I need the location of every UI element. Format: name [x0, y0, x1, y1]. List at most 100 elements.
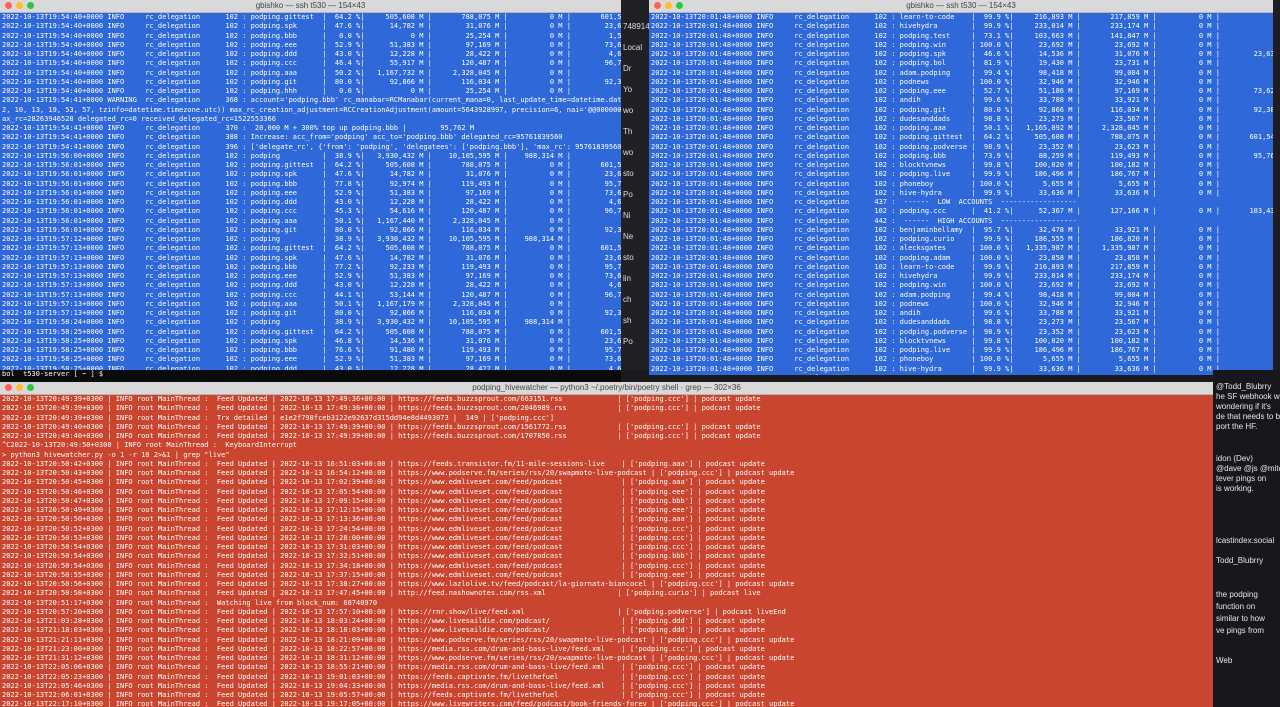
- terminal-line: 2022-10-13T22:06:01+0300 | INFO root Mai…: [2, 691, 765, 699]
- terminal-line: 2022-10-13T21:31:12+0300 | INFO root Mai…: [2, 654, 795, 662]
- bottom-terminal-window[interactable]: podping_hivewatcher — python3 ~/.poetry/…: [0, 382, 1213, 707]
- terminal-line: 2022-10-13T19:56:01+0000 INFO rc_delegat…: [2, 198, 621, 206]
- left-terminal-prompt[interactable]: bol t530-server [ ~ ] $: [0, 370, 621, 382]
- chat-message-fragment: tever pings on: [1216, 474, 1267, 483]
- terminal-line: 2022-10-13T19:56:01+0000 INFO rc_delegat…: [2, 179, 621, 188]
- terminal-line: 2022-10-13T20:01:48+0000 INFO rc_delegat…: [651, 179, 1273, 188]
- background-text-fragment: sto: [623, 253, 634, 262]
- background-edge: [1273, 0, 1280, 370]
- maximize-icon[interactable]: [27, 2, 34, 9]
- left-terminal-window[interactable]: gbishko — ssh t530 — 154×43 2022-10-13T1…: [0, 0, 621, 382]
- bottom-terminal-title: podping_hivewatcher — python3 ~/.poetry/…: [472, 383, 741, 392]
- terminal-line: 2022-10-13T22:05:06+0300 | INFO root Mai…: [2, 663, 765, 672]
- terminal-line: 2022-10-13T20:01:48+0000 INFO rc_delegat…: [651, 318, 1273, 327]
- terminal-line: 2022-10-13T19:54:40+0000 INFO rc_delegat…: [2, 50, 621, 58]
- terminal-line: 2022-10-13T20:50:54+0300 | INFO root Mai…: [2, 543, 765, 551]
- terminal-line: 2022-10-13T20:01:48+0000 INFO rc_delegat…: [651, 50, 1273, 58]
- terminal-line: 2022-10-13T19:54:40+0000 INFO rc_delegat…: [2, 13, 621, 21]
- maximize-icon[interactable]: [676, 2, 683, 9]
- terminal-line: 2022-10-13T20:50:46+0300 | INFO root Mai…: [2, 487, 765, 496]
- background-text-fragment: ch: [623, 295, 632, 304]
- terminal-line: 2022-10-13T19:56:01+0000 INFO rc_delegat…: [2, 225, 621, 234]
- minimize-icon[interactable]: [665, 2, 672, 9]
- chat-message-fragment: Todd_Blubrry: [1216, 556, 1264, 565]
- chat-message-fragment: wondering if it's: [1216, 402, 1271, 411]
- chat-message-fragment: idon (Dev): [1216, 454, 1253, 463]
- terminal-line: 2022-10-13T20:50:56+0300 | INFO root Mai…: [2, 580, 795, 588]
- terminal-line: 2022-10-13T20:01:48+0000 INFO rc_delegat…: [651, 31, 1273, 40]
- terminal-line: 2022-10-13T20:01:48+0000 INFO rc_delegat…: [651, 364, 1273, 373]
- terminal-line: 2022-10-13T19:54:40+0000 INFO rc_delegat…: [2, 31, 621, 40]
- terminal-line: 2022-10-13T20:50:47+0300 | INFO root Mai…: [2, 496, 765, 505]
- terminal-line: 2022-10-13T20:01:48+0000 INFO rc_delegat…: [651, 253, 1273, 262]
- terminal-line: 2022-10-13T20:01:48+0000 INFO rc_delegat…: [651, 59, 1273, 68]
- terminal-line: 2022-10-13T20:50:54+0300 | INFO root Mai…: [2, 552, 765, 561]
- terminal-line: 2022-10-13T20:01:48+0000 INFO rc_delegat…: [651, 290, 1273, 299]
- terminal-line: 2022-10-13T19:57:12+0000 INFO rc_delegat…: [2, 235, 621, 243]
- terminal-line: 2022-10-13T21:23:00+0300 | INFO root Mai…: [2, 644, 765, 653]
- close-icon[interactable]: [5, 384, 12, 391]
- bottom-terminal-output[interactable]: 2022-10-13T20:49:39+0300 | INFO root Mai…: [0, 395, 1213, 707]
- background-text-fragment: sh: [623, 316, 632, 325]
- terminal-line: 2022-10-13T20:01:48+0000 INFO rc_delegat…: [651, 309, 1273, 317]
- terminal-line: 2022-10-13T20:01:48+0000 INFO rc_delegat…: [651, 161, 1273, 169]
- terminal-line: 2022-10-13T19:56:01+0000 INFO rc_delegat…: [2, 161, 621, 169]
- terminal-line: ax_rc=28263946528 delegated_rc=0 receive…: [2, 114, 276, 123]
- close-icon[interactable]: [5, 2, 12, 9]
- maximize-icon[interactable]: [27, 384, 34, 391]
- terminal-line: 2022-10-13T20:01:48+0000 INFO rc_delegat…: [651, 299, 1273, 308]
- left-terminal-titlebar[interactable]: gbishko — ssh t530 — 154×43: [0, 0, 621, 13]
- left-terminal-output[interactable]: 2022-10-13T19:54:40+0000 INFO rc_delegat…: [0, 13, 621, 370]
- chat-message-fragment: Web: [1216, 656, 1233, 665]
- terminal-line: 2022-10-13T20:01:48+0000 INFO rc_delegat…: [651, 151, 1273, 160]
- terminal-line: 2022-10-13T20:01:48+0000 INFO rc_delegat…: [651, 188, 1273, 197]
- background-text-fragment: Dr: [623, 64, 632, 73]
- terminal-line: 2022-10-13T20:49:39+0300 | INFO root Mai…: [2, 395, 761, 403]
- terminal-line: 2022-10-13T19:57:13+0000 INFO rc_delegat…: [2, 309, 621, 317]
- chat-message-fragment: lcastindex.social: [1216, 536, 1275, 545]
- chat-sidebar[interactable]: @Todd_Blubrryhe SF webhook we rwondering…: [1213, 370, 1280, 707]
- background-text-fragment: 748914: [623, 22, 649, 31]
- right-terminal-titlebar[interactable]: gbishko — ssh t530 — 154×43: [649, 0, 1273, 13]
- terminal-line: 2022-10-13T20:50:49+0300 | INFO root Mai…: [2, 506, 765, 514]
- terminal-line: 2022-10-13T20:01:48+0000 INFO rc_delegat…: [651, 105, 1273, 114]
- terminal-line: 2022-10-13T19:58:25+0000 INFO rc_delegat…: [2, 336, 621, 345]
- bottom-terminal-titlebar[interactable]: podping_hivewatcher — python3 ~/.poetry/…: [0, 382, 1213, 395]
- terminal-line: 2022-10-13T20:01:48+0000 INFO rc_delegat…: [651, 198, 1077, 206]
- chat-message-fragment: the podping: [1216, 590, 1258, 599]
- background-text-fragment: sto: [623, 169, 634, 178]
- background-text-fragment: Ne: [623, 232, 634, 241]
- terminal-line: 2022-10-13T20:50:42+0300 | INFO root Mai…: [2, 459, 765, 468]
- terminal-line: 2022-10-13T20:50:45+0300 | INFO root Mai…: [2, 478, 765, 487]
- chat-message-fragment: similar to how: [1216, 614, 1265, 623]
- terminal-line: 2022-10-13T19:54:41+0000 INFO rc_delegat…: [2, 133, 563, 142]
- terminal-line: 2022-10-13T19:57:13+0000 INFO rc_delegat…: [2, 244, 621, 253]
- right-terminal-output[interactable]: 2022-10-13T20:01:48+0000 INFO rc_delegat…: [649, 13, 1273, 375]
- terminal-line: 2022-10-13T19:56:01+0000 INFO rc_delegat…: [2, 170, 621, 179]
- background-text-fragment: wo: [623, 106, 634, 115]
- terminal-line: 2022-10-13T19:54:40+0000 INFO rc_delegat…: [2, 68, 621, 77]
- terminal-line: 2022-10-13T20:51:17+0300 | INFO root Mai…: [2, 598, 378, 607]
- terminal-line: 2022-10-13T20:01:48+0000 INFO rc_delegat…: [651, 96, 1273, 105]
- terminal-line: 2022-10-13T20:01:48+0000 INFO rc_delegat…: [651, 170, 1273, 179]
- terminal-line: 2022-10-13T20:01:48+0000 INFO rc_delegat…: [651, 355, 1273, 364]
- background-text-fragment: Th: [623, 127, 633, 136]
- terminal-line: 2022-10-13T19:54:40+0000 INFO rc_delegat…: [2, 22, 621, 31]
- background-text-fragment: lin: [623, 274, 632, 283]
- terminal-line: 2022-10-13T20:50:50+0300 | INFO root Mai…: [2, 515, 765, 524]
- terminal-line: 2022-10-13T20:01:48+0000 INFO rc_delegat…: [651, 68, 1273, 77]
- terminal-line: 2022-10-13T20:01:48+0000 INFO rc_delegat…: [651, 225, 1273, 234]
- terminal-line: 2022-10-13T20:50:52+0300 | INFO root Mai…: [2, 524, 765, 533]
- terminal-line: 2022-10-13T20:01:48+0000 INFO rc_delegat…: [651, 22, 1273, 31]
- background-text-fragment: Po: [623, 337, 633, 346]
- terminal-line: > python3 hivewatcher.py -o 1 -r 10 2>&1…: [2, 450, 230, 459]
- minimize-icon[interactable]: [16, 2, 23, 9]
- close-icon[interactable]: [654, 2, 661, 9]
- terminal-line: 2022-10-13T20:01:48+0000 INFO rc_delegat…: [651, 374, 1271, 375]
- minimize-icon[interactable]: [16, 384, 23, 391]
- terminal-line: ^C2022-10-13T20:49:50+0300 | INFO root M…: [2, 441, 298, 450]
- chat-message-fragment: is working.: [1216, 484, 1254, 493]
- right-terminal-window[interactable]: gbishko — ssh t530 — 154×43 2022-10-13T2…: [649, 0, 1273, 375]
- chat-message-fragment: function on: [1216, 602, 1256, 611]
- terminal-line: 2022-10-13T19:57:13+0000 INFO rc_delegat…: [2, 281, 621, 290]
